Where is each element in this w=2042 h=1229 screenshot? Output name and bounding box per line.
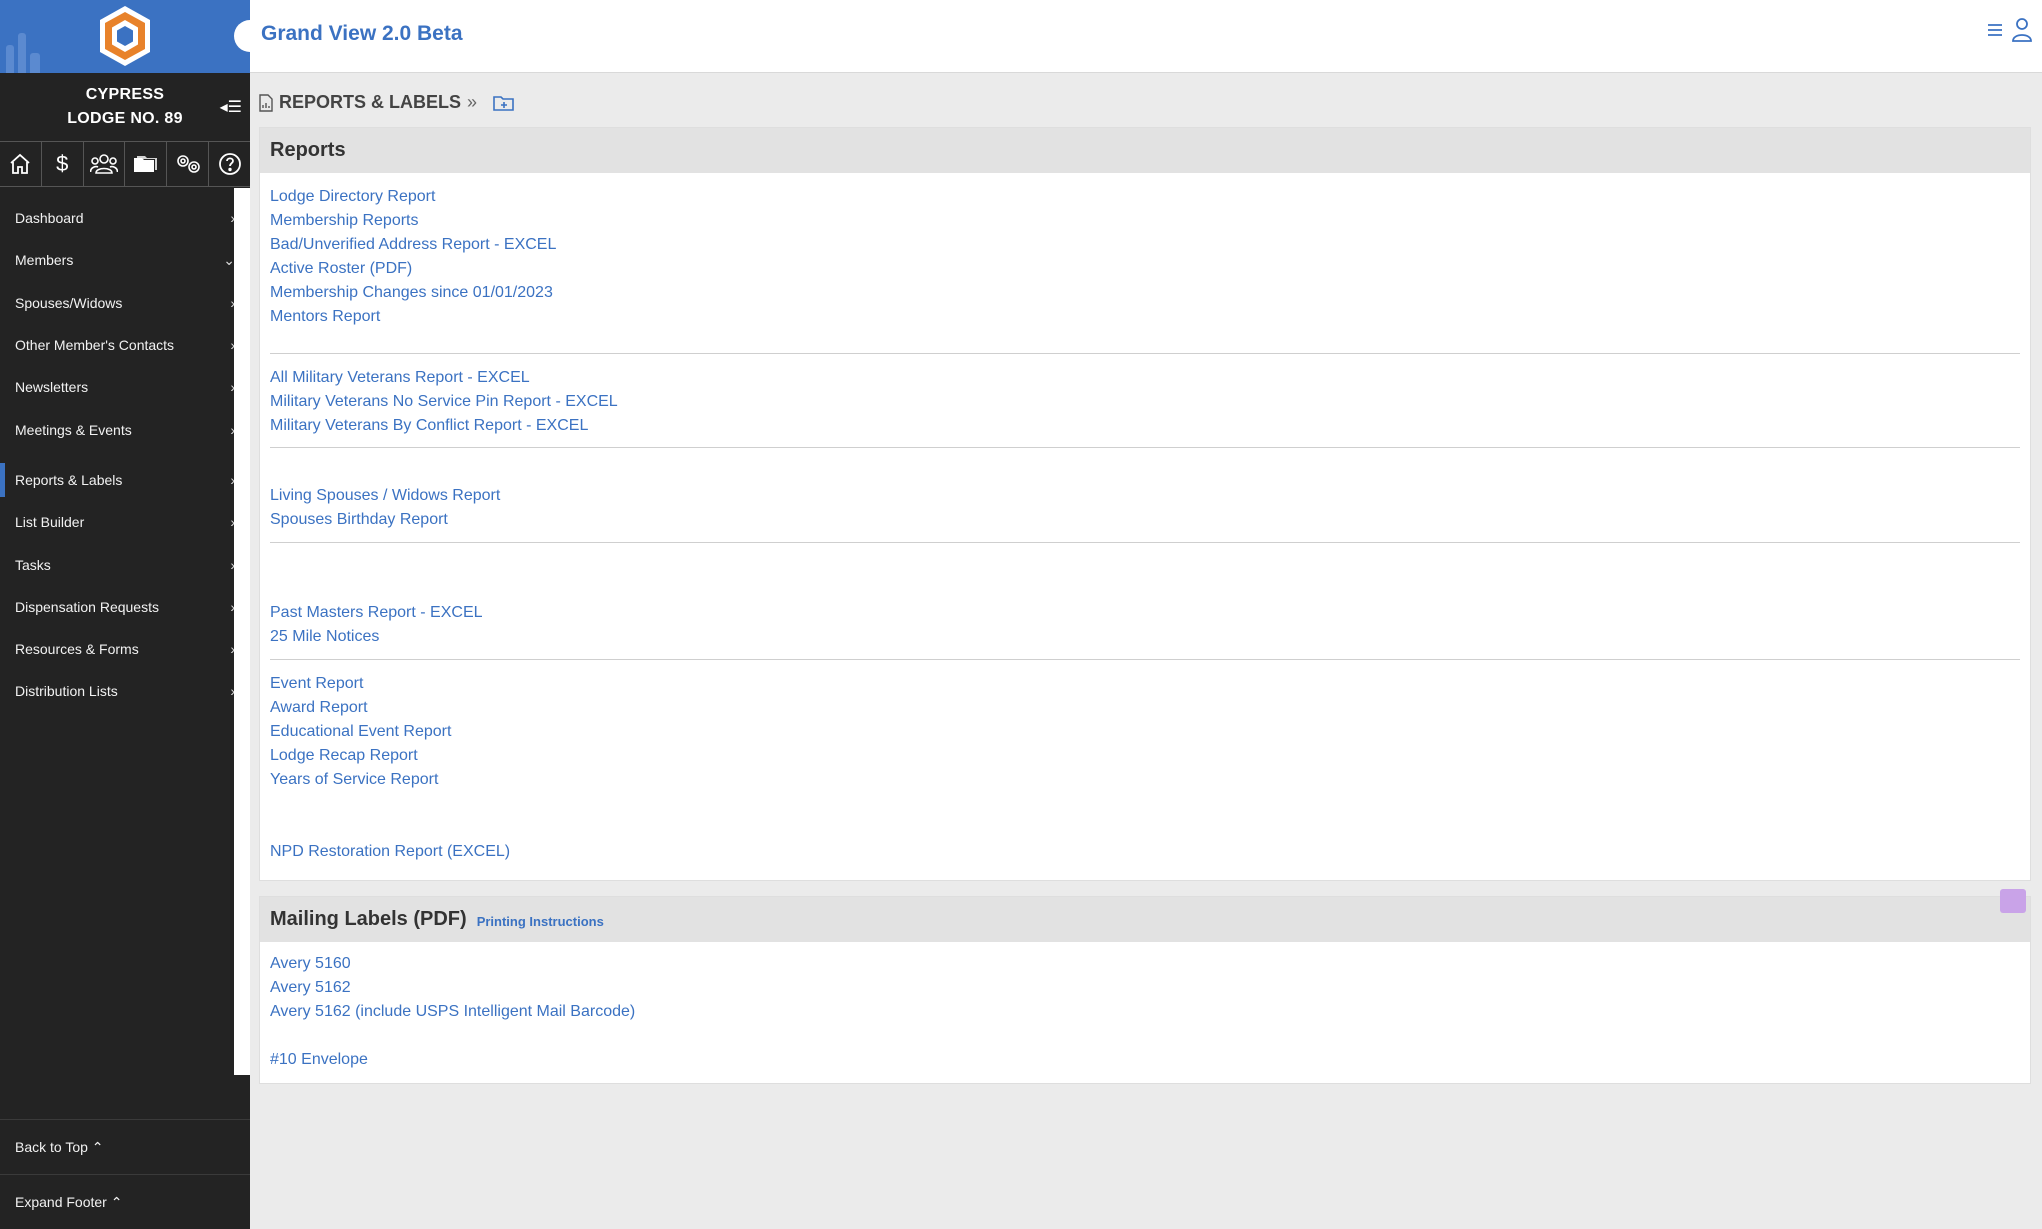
sidebar-item-label: Other Member's Contacts bbox=[15, 337, 175, 354]
back-to-top-link[interactable]: Back to Top ⌃ bbox=[0, 1119, 250, 1174]
top-bar: Grand View 2.0 Beta bbox=[234, 0, 2042, 73]
past-masters-report-link[interactable]: Past Masters Report - EXCEL bbox=[270, 601, 2020, 625]
lodge-name-line1: CYPRESS bbox=[85, 86, 165, 103]
sidebar-item-label: Dashboard bbox=[15, 210, 84, 227]
app-title: Grand View 2.0 Beta bbox=[261, 22, 463, 45]
reports-title: Reports bbox=[270, 139, 346, 161]
folder-link-icon[interactable] bbox=[493, 94, 515, 112]
menu-icon[interactable] bbox=[1986, 16, 2004, 44]
feedback-icon[interactable] bbox=[2000, 889, 2026, 913]
lodge-name-line2: LODGE NO. 89 bbox=[67, 110, 183, 127]
reports-panel: Reports Lodge Directory Report Membershi… bbox=[259, 127, 2031, 881]
sidebar-item-spouses-widows[interactable]: Spouses/Widows › bbox=[0, 282, 250, 324]
printing-instructions-link[interactable]: Printing Instructions bbox=[477, 914, 604, 929]
sidebar-logo-area bbox=[0, 0, 250, 73]
report-group-npd: NPD Restoration Report (EXCEL) bbox=[270, 792, 2020, 864]
mentors-report-link[interactable]: Mentors Report bbox=[270, 305, 2020, 329]
main-content: REPORTS & LABELS » Reports Lodge Directo… bbox=[250, 74, 2042, 1229]
avery-5160-link[interactable]: Avery 5160 bbox=[270, 952, 2020, 976]
sidebar-item-distribution-lists[interactable]: Distribution Lists › bbox=[0, 670, 250, 712]
sidebar-item-label: Newsletters bbox=[15, 379, 89, 396]
sidebar-scroll-strip bbox=[234, 188, 250, 1075]
sidebar-item-newsletters[interactable]: Newsletters › bbox=[0, 366, 250, 408]
sidebar-item-label: Spouses/Widows bbox=[15, 294, 123, 311]
breadcrumb-separator: » bbox=[467, 92, 478, 112]
years-of-service-report-link[interactable]: Years of Service Report bbox=[270, 768, 2020, 792]
npd-restoration-report-link[interactable]: NPD Restoration Report (EXCEL) bbox=[270, 840, 2020, 864]
mailing-labels-panel: Mailing Labels (PDF) Printing Instructio… bbox=[259, 896, 2031, 1084]
breadcrumb-label: REPORTS & LABELS bbox=[279, 92, 462, 112]
living-spouses-report-link[interactable]: Living Spouses / Widows Report bbox=[270, 484, 2020, 508]
bad-address-report-link[interactable]: Bad/Unverified Address Report - EXCEL bbox=[270, 233, 2020, 257]
labels-panel-header: Mailing Labels (PDF) Printing Instructio… bbox=[260, 897, 2030, 942]
sidebar-item-dashboard[interactable]: Dashboard › bbox=[0, 197, 250, 239]
report-group-spouses: Living Spouses / Widows Report Spouses B… bbox=[270, 448, 2020, 532]
report-group-events: Event Report Award Report Educational Ev… bbox=[270, 660, 2020, 792]
settings-icon[interactable] bbox=[167, 142, 210, 186]
people-icon[interactable] bbox=[84, 142, 126, 186]
user-icon[interactable] bbox=[2010, 16, 2034, 44]
folder-icon[interactable] bbox=[125, 142, 168, 186]
sidebar-item-label: Members bbox=[15, 252, 74, 269]
breadcrumb: REPORTS & LABELS » bbox=[259, 92, 515, 113]
avery-5162-barcode-link[interactable]: Avery 5162 (include USPS Intelligent Mai… bbox=[270, 1000, 2020, 1024]
active-roster-link[interactable]: Active Roster (PDF) bbox=[270, 257, 2020, 281]
lodge-name-block: CYPRESS LODGE NO. 89 ◂☰ bbox=[0, 73, 250, 141]
veterans-no-pin-report-link[interactable]: Military Veterans No Service Pin Report … bbox=[270, 390, 2020, 414]
sidebar-item-tasks[interactable]: Tasks › bbox=[0, 543, 250, 585]
sidebar-item-label: Resources & Forms bbox=[15, 641, 139, 658]
labels-list: Avery 5160 Avery 5162 Avery 5162 (includ… bbox=[260, 942, 2030, 1072]
all-veterans-report-link[interactable]: All Military Veterans Report - EXCEL bbox=[270, 366, 2020, 390]
event-report-link[interactable]: Event Report bbox=[270, 672, 2020, 696]
reports-list: Lodge Directory Report Membership Report… bbox=[260, 173, 2030, 864]
sidebar-item-dispensation-requests[interactable]: Dispensation Requests › bbox=[0, 586, 250, 628]
sidebar-item-list-builder[interactable]: List Builder › bbox=[0, 501, 250, 543]
expand-footer-link[interactable]: Expand Footer ⌃ bbox=[0, 1174, 250, 1229]
sidebar-item-members[interactable]: Members ⌄ bbox=[0, 239, 250, 281]
top-icons bbox=[1986, 16, 2034, 44]
membership-changes-link[interactable]: Membership Changes since 01/01/2023 bbox=[270, 281, 2020, 305]
mile-notices-link[interactable]: 25 Mile Notices bbox=[270, 625, 2020, 649]
sidebar-item-label: Reports & Labels bbox=[15, 471, 123, 488]
award-report-link[interactable]: Award Report bbox=[270, 696, 2020, 720]
sidebar-collapse-icon[interactable]: ◂☰ bbox=[220, 97, 242, 117]
sidebar-item-label: List Builder bbox=[15, 514, 85, 531]
veterans-by-conflict-report-link[interactable]: Military Veterans By Conflict Report - E… bbox=[270, 414, 2020, 438]
lodge-recap-report-link[interactable]: Lodge Recap Report bbox=[270, 744, 2020, 768]
educational-event-report-link[interactable]: Educational Event Report bbox=[270, 720, 2020, 744]
report-group-membership: Lodge Directory Report Membership Report… bbox=[270, 173, 2020, 329]
quick-icon-bar: $ bbox=[0, 141, 250, 187]
sidebar: CYPRESS LODGE NO. 89 ◂☰ $ Dashboard › Mem… bbox=[0, 0, 250, 1229]
sidebar-item-resources-forms[interactable]: Resources & Forms › bbox=[0, 628, 250, 670]
sidebar-item-reports-labels[interactable]: Reports & Labels › bbox=[0, 459, 250, 501]
membership-reports-link[interactable]: Membership Reports bbox=[270, 209, 2020, 233]
report-icon bbox=[259, 93, 273, 112]
sidebar-item-label: Dispensation Requests bbox=[15, 598, 159, 615]
dollar-icon[interactable]: $ bbox=[42, 142, 84, 186]
help-icon[interactable] bbox=[209, 142, 250, 186]
lodge-directory-report-link[interactable]: Lodge Directory Report bbox=[270, 185, 2020, 209]
sidebar-footer: Back to Top ⌃ Expand Footer ⌃ bbox=[0, 1119, 250, 1229]
report-group-past-masters: Past Masters Report - EXCEL 25 Mile Noti… bbox=[270, 543, 2020, 649]
sidebar-nav: Dashboard › Members ⌄ Spouses/Widows › Othe… bbox=[0, 197, 250, 713]
reports-panel-header: Reports bbox=[260, 128, 2030, 173]
sidebar-item-label: Meetings & Events bbox=[15, 421, 132, 438]
labels-title: Mailing Labels (PDF) bbox=[270, 908, 467, 930]
logo-icon bbox=[100, 6, 150, 66]
lodge-name: CYPRESS LODGE NO. 89 bbox=[67, 83, 183, 131]
envelope-link[interactable]: #10 Envelope bbox=[270, 1048, 2020, 1072]
sidebar-item-label: Tasks bbox=[15, 556, 51, 573]
sidebar-item-meetings-events[interactable]: Meetings & Events › bbox=[0, 408, 250, 450]
sidebar-item-label: Distribution Lists bbox=[15, 683, 118, 700]
home-icon[interactable] bbox=[0, 142, 42, 186]
spouses-birthday-report-link[interactable]: Spouses Birthday Report bbox=[270, 508, 2020, 532]
avery-5162-link[interactable]: Avery 5162 bbox=[270, 976, 2020, 1000]
sidebar-item-other-member-contacts[interactable]: Other Member's Contacts › bbox=[0, 324, 250, 366]
report-group-veterans: All Military Veterans Report - EXCEL Mil… bbox=[270, 354, 2020, 438]
